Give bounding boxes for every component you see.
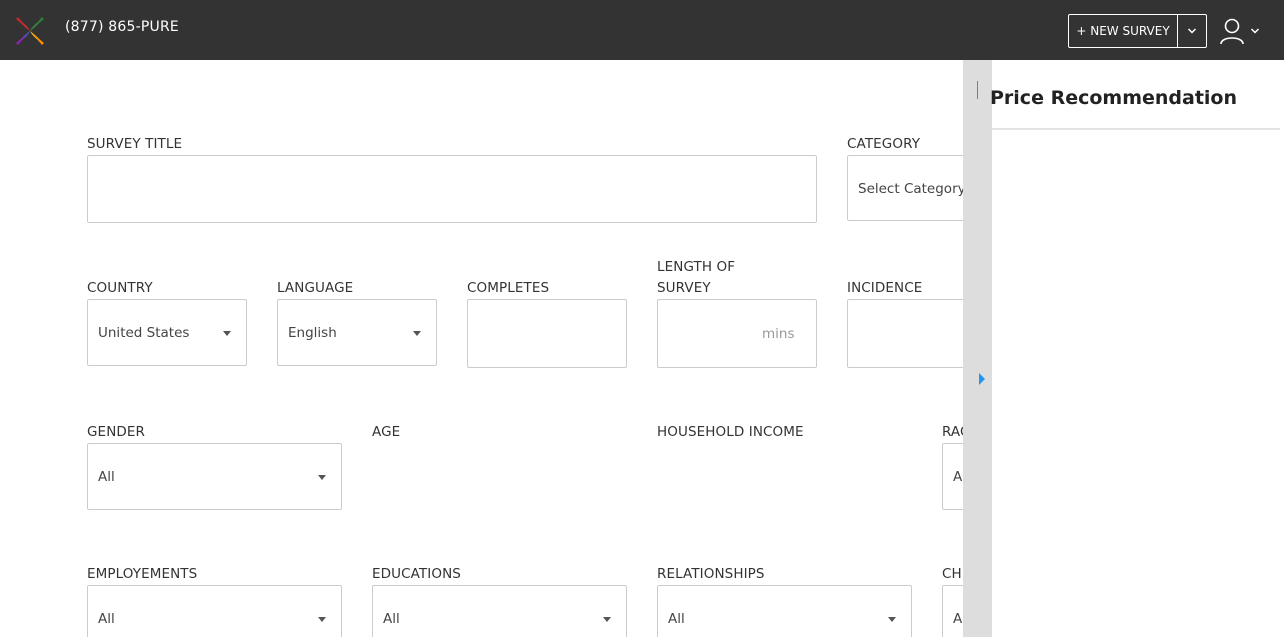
length-of-survey-label-line2: SURVEY <box>657 280 711 296</box>
caret-down-icon <box>603 617 611 622</box>
language-select-value: English <box>288 325 337 341</box>
gender-label: GENDER <box>87 424 145 440</box>
caret-down-icon <box>888 617 896 622</box>
chevron-down-icon <box>1187 28 1197 34</box>
chevron-down-icon <box>1250 28 1260 34</box>
length-of-survey-label-line1: LENGTH OF <box>657 259 736 275</box>
new-survey-button-group: + NEW SURVEY <box>1068 14 1207 48</box>
employments-select-value: All <box>98 611 115 627</box>
race-label: RAC <box>942 424 963 440</box>
new-survey-dropdown-toggle[interactable] <box>1177 15 1206 47</box>
panel-title: Price Recommendation <box>990 87 1238 109</box>
completes-input[interactable] <box>467 299 627 368</box>
incidence-label: INCIDENCE <box>847 280 923 296</box>
caret-down-icon <box>223 331 231 336</box>
panel-divider <box>992 128 1280 130</box>
panel-resize-handle[interactable] <box>963 60 992 637</box>
country-select-value: United States <box>98 325 190 341</box>
race-select[interactable]: A <box>942 443 963 510</box>
caret-down-icon <box>318 475 326 480</box>
top-navigation-bar: (877) 865-PURE + NEW SURVEY <box>0 0 1284 60</box>
length-of-survey-suffix: mins <box>762 326 795 342</box>
new-survey-button[interactable]: + NEW SURVEY <box>1069 15 1177 47</box>
category-select-value: Select Category <box>858 181 963 197</box>
educations-select[interactable]: All <box>372 585 627 637</box>
category-label: CATEGORY <box>847 136 921 152</box>
relationships-label: RELATIONSHIPS <box>657 566 765 582</box>
relationships-select[interactable]: All <box>657 585 912 637</box>
category-select[interactable]: Select Category <box>847 155 963 221</box>
educations-label: EDUCATIONS <box>372 566 461 582</box>
educations-select-value: All <box>383 611 400 627</box>
logo-icon[interactable] <box>14 15 46 47</box>
country-label: COUNTRY <box>87 280 153 296</box>
children-select[interactable]: A <box>942 585 963 637</box>
collapse-arrow-icon[interactable] <box>979 373 985 385</box>
incidence-input[interactable] <box>847 299 963 368</box>
employments-select[interactable]: All <box>87 585 342 637</box>
price-recommendation-panel: Price Recommendation <box>990 60 1284 637</box>
phone-number: (877) 865-PURE <box>65 19 179 35</box>
completes-label: COMPLETES <box>467 280 550 296</box>
employments-label: EMPLOYEMENTS <box>87 566 198 582</box>
language-label: LANGUAGE <box>277 280 354 296</box>
relationships-select-value: All <box>668 611 685 627</box>
survey-title-label: SURVEY TITLE <box>87 136 183 152</box>
country-select[interactable]: United States <box>87 299 247 366</box>
household-income-label: HOUSEHOLD INCOME <box>657 424 804 440</box>
user-menu[interactable] <box>1219 16 1261 46</box>
language-select[interactable]: English <box>277 299 437 366</box>
age-label: AGE <box>372 424 401 440</box>
children-select-value: A <box>953 611 963 627</box>
handle-indicator <box>977 81 978 99</box>
survey-form: SURVEY TITLE CATEGORY Select Category CO… <box>0 60 963 637</box>
children-label: CH <box>942 566 962 582</box>
user-icon <box>1220 18 1244 45</box>
race-select-value: A <box>953 469 963 485</box>
length-of-survey-input[interactable]: mins <box>657 299 817 368</box>
caret-down-icon <box>413 331 421 336</box>
gender-select-value: All <box>98 469 115 485</box>
caret-down-icon <box>318 617 326 622</box>
gender-select[interactable]: All <box>87 443 342 510</box>
survey-title-input[interactable] <box>87 155 817 223</box>
